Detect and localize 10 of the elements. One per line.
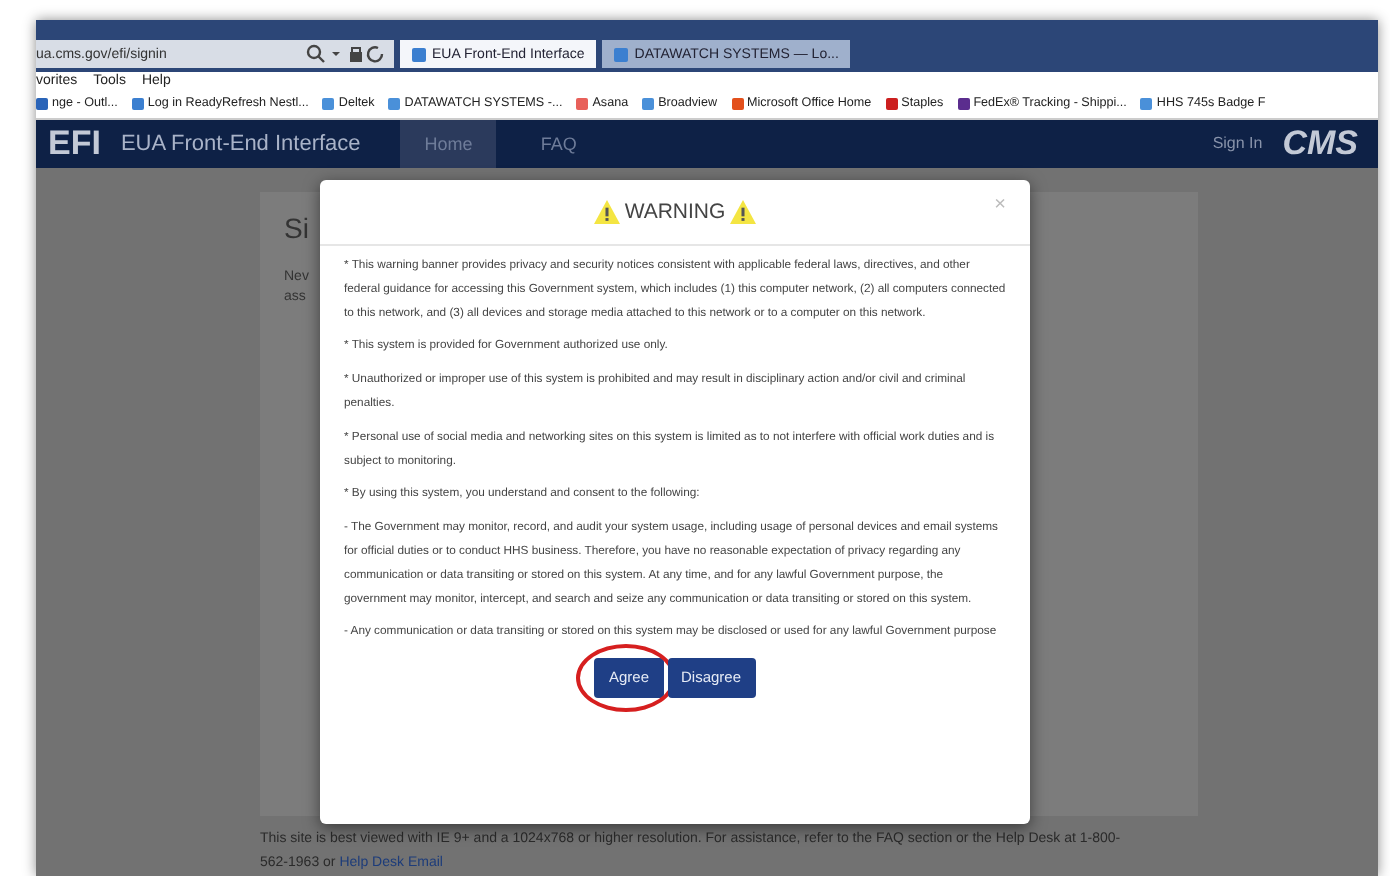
warning-icon: [729, 200, 756, 224]
page-heading: Si: [284, 212, 311, 244]
dialog-title: WARNING: [624, 200, 726, 224]
logo: EFI: [48, 123, 101, 164]
nav-tab[interactable]: FAQ: [516, 119, 601, 168]
brand-logo: CMS: [1282, 123, 1358, 164]
sign-in-link[interactable]: Sign In: [1212, 134, 1263, 153]
site-title: EUA Front-End Interface: [120, 131, 361, 156]
warning-icon: [594, 200, 621, 224]
address-bar-icons[interactable]: [306, 44, 386, 65]
